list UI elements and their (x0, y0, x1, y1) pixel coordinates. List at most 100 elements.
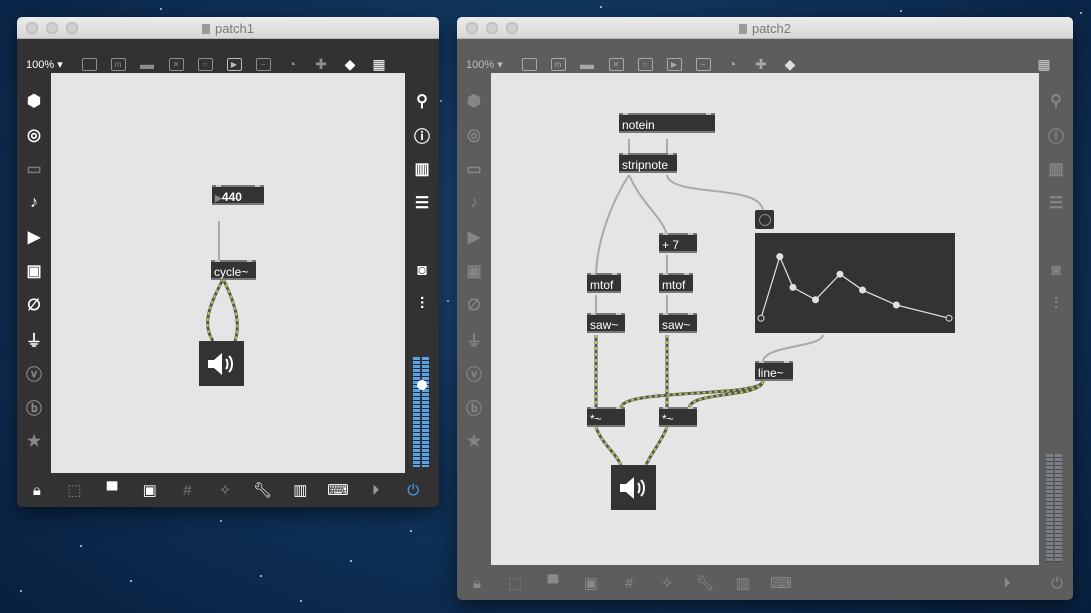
media-icon[interactable]: ▶ (462, 225, 486, 249)
grid-palette-icon[interactable]: ▦ (1033, 53, 1055, 75)
presentation-mode-icon[interactable]: ▀ (541, 571, 565, 595)
function-breakpoint[interactable] (812, 296, 820, 304)
v-icon[interactable]: ⓥ (22, 361, 46, 385)
wand-icon[interactable]: ✧ (655, 571, 679, 595)
target-icon[interactable]: ◎ (462, 123, 486, 147)
target-icon[interactable]: ◎ (22, 123, 46, 147)
power-icon[interactable]: ⏻ (401, 478, 425, 502)
wand-icon[interactable]: ✧ (213, 478, 237, 502)
search-icon[interactable]: ⚲ (410, 89, 434, 113)
toggle-icon[interactable]: ✕ (605, 53, 627, 75)
cycle-object[interactable]: cycle~ (211, 260, 256, 280)
image-icon[interactable]: ▣ (462, 259, 486, 283)
bang-icon[interactable]: ○ (194, 53, 216, 82)
grid-palette-icon[interactable]: ▦ (368, 53, 390, 75)
clip-icon[interactable]: ∅ (462, 293, 486, 317)
bang-icon[interactable]: ○ (634, 53, 656, 82)
plug-icon[interactable]: ⏚ (462, 327, 486, 351)
camera-icon[interactable]: ◙ (410, 259, 434, 283)
saw-object-right[interactable]: saw~ (659, 313, 697, 333)
info-icon[interactable]: ⓘ (1044, 123, 1068, 147)
number-box[interactable]: ▶440 (212, 185, 264, 205)
function-breakpoint[interactable] (859, 286, 867, 294)
tray-icon[interactable]: ▭ (462, 157, 486, 181)
note-icon[interactable]: ♪ (22, 191, 46, 215)
saw-object-left[interactable]: saw~ (587, 313, 625, 333)
piano-icon[interactable]: ▥ (288, 478, 312, 502)
dial-icon[interactable]: ◔ (721, 53, 743, 75)
function-object[interactable] (755, 233, 955, 333)
message-icon[interactable]: ▬ (136, 53, 158, 75)
function-breakpoint[interactable] (836, 270, 844, 278)
cube-icon[interactable]: ⬢ (462, 89, 486, 113)
keyboard-icon[interactable]: ⌨ (769, 571, 793, 595)
keyboard-icon[interactable]: ⌨ (326, 478, 350, 502)
output-level-meter[interactable] (1046, 454, 1062, 562)
b-icon[interactable]: ⓑ (462, 395, 486, 419)
fill-icon[interactable]: ◆ (779, 53, 801, 75)
notein-object[interactable]: notein (619, 113, 715, 133)
list-icon[interactable]: ☰ (410, 191, 434, 215)
slider-icon[interactable]: − (252, 53, 274, 82)
mixer-icon[interactable]: ⫶ (410, 293, 434, 317)
wrench-icon[interactable]: 🔧︎ (693, 571, 717, 595)
select-icon[interactable]: ⬚ (63, 478, 87, 502)
ezdac-speaker-object[interactable] (611, 465, 656, 510)
image-icon[interactable]: ▣ (22, 259, 46, 283)
plus7-object[interactable]: + 7 (659, 233, 697, 253)
function-breakpoint[interactable] (892, 301, 900, 309)
toggle-icon[interactable]: ✕ (165, 53, 187, 75)
title-bar[interactable]: patch2 (457, 17, 1073, 39)
bang-button-object[interactable] (755, 210, 774, 229)
slider-icon[interactable]: − (692, 53, 714, 82)
add-icon[interactable]: ✚ (750, 53, 772, 75)
search-icon[interactable]: ⚲ (1044, 89, 1068, 113)
note-icon[interactable]: ♪ (462, 191, 486, 215)
wrench-icon[interactable]: 🔧︎ (251, 478, 275, 502)
output-level-meter[interactable] (413, 357, 429, 467)
fill-icon[interactable]: ◆ (339, 53, 361, 75)
line-object[interactable]: line~ (755, 361, 793, 381)
book-icon[interactable]: ▥ (1044, 157, 1068, 181)
comment-icon[interactable]: m (547, 53, 569, 75)
info-icon[interactable]: ⓘ (410, 123, 434, 147)
message-icon[interactable]: ▬ (576, 53, 598, 75)
lock-icon[interactable]: 🔒︎ (25, 478, 49, 502)
list-icon[interactable]: ☰ (1044, 191, 1068, 215)
play-icon[interactable]: ▶ (223, 53, 245, 82)
power-icon[interactable]: ⏻ (1045, 571, 1069, 595)
dial-icon[interactable]: ◔ (281, 53, 303, 75)
v-icon[interactable]: ⓥ (462, 361, 486, 385)
play-icon[interactable]: ⏵ (995, 571, 1019, 595)
tray-icon[interactable]: ▭ (22, 157, 46, 181)
add-icon[interactable]: ✚ (310, 53, 332, 75)
camera-icon[interactable]: ◙ (1044, 259, 1068, 283)
patch-canvas[interactable]: ▶440 cycle~ (51, 73, 405, 473)
play-icon[interactable]: ⏵ (364, 478, 388, 502)
b-icon[interactable]: ⓑ (22, 395, 46, 419)
function-breakpoint[interactable] (757, 314, 765, 322)
star-icon[interactable]: ★ (22, 429, 46, 453)
ezdac-speaker-object[interactable] (199, 341, 244, 386)
piano-icon[interactable]: ▥ (731, 571, 755, 595)
multiply-object-right[interactable]: *~ (659, 407, 697, 427)
title-bar[interactable]: patch1 (17, 17, 439, 39)
star-icon[interactable]: ★ (462, 429, 486, 453)
window-icon[interactable]: ▣ (138, 478, 162, 502)
cube-icon[interactable]: ⬢ (22, 89, 46, 113)
function-breakpoint[interactable] (945, 314, 953, 322)
clip-icon[interactable]: ∅ (22, 293, 46, 317)
mtof-object-right[interactable]: mtof (659, 273, 693, 293)
select-icon[interactable]: ⬚ (503, 571, 527, 595)
media-icon[interactable]: ▶ (22, 225, 46, 249)
presentation-icon[interactable] (518, 53, 540, 75)
gain-knob[interactable] (417, 380, 427, 390)
grid-icon[interactable]: # (176, 478, 200, 502)
mixer-icon[interactable]: ⫶ (1044, 293, 1068, 317)
mtof-object-left[interactable]: mtof (587, 273, 621, 293)
presentation-mode-icon[interactable]: ▀ (100, 478, 124, 502)
comment-icon[interactable]: m (107, 53, 129, 75)
lock-icon[interactable]: 🔒︎ (465, 571, 489, 595)
function-breakpoint[interactable] (776, 253, 784, 261)
book-icon[interactable]: ▥ (410, 157, 434, 181)
